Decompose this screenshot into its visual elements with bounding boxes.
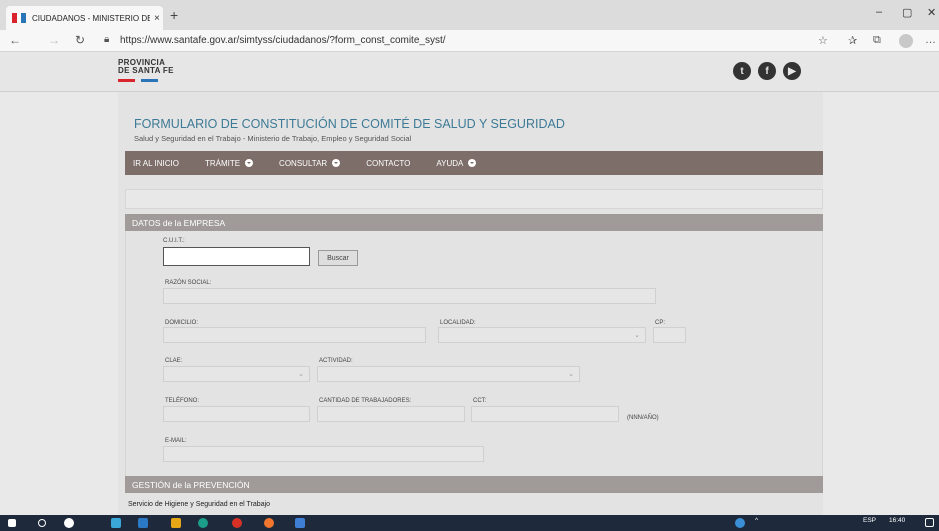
store-icon[interactable] [138, 518, 148, 528]
tab-title: CIUDADANOS - MINISTERIO DE [32, 13, 150, 23]
santa-fe-logo[interactable]: PROVINCIA DE SANTA FE [118, 59, 174, 82]
cp-field[interactable] [653, 327, 686, 343]
email-field[interactable] [163, 446, 484, 462]
browser-tab-bar: CIUDADANOS - MINISTERIO DE × + – ▢ ✕ [0, 0, 939, 30]
chevron-down-icon: ⌄ [568, 371, 574, 378]
chevron-down-icon [245, 159, 254, 167]
twitter-icon[interactable]: t [733, 62, 751, 80]
trabajadores-field[interactable] [317, 406, 465, 422]
buscar-button[interactable]: Buscar [318, 250, 358, 266]
favorites-list-icon[interactable]: ✰ [848, 34, 857, 47]
more-options-icon[interactable]: … [925, 34, 936, 46]
actividad-select[interactable]: ⌄ [317, 366, 580, 382]
telefono-field[interactable] [163, 406, 310, 422]
chevron-down-icon [468, 159, 477, 167]
localidad-label: LOCALIDAD: [440, 320, 476, 326]
app-icon[interactable] [111, 518, 121, 528]
telefono-label: TELÉFONO: [165, 398, 200, 404]
localidad-select[interactable]: ⌄ [438, 327, 646, 343]
page-subtitle: Salud y Seguridad en el Trabajo - Minist… [134, 134, 412, 143]
tray-chevron-icon[interactable]: ^ [755, 517, 758, 524]
search-icon[interactable] [38, 519, 46, 527]
windows-taskbar: ^ ESP 16:40 [0, 515, 939, 531]
minimize-button[interactable]: – [876, 6, 882, 18]
menu-item-tramite[interactable]: TRÁMITE [204, 158, 254, 168]
menu-label: TRÁMITE [204, 158, 241, 168]
tab-close-icon[interactable]: × [154, 13, 160, 24]
section-header-empresa: DATOS de la EMPRESA [125, 214, 823, 231]
back-icon[interactable]: ← [9, 33, 21, 47]
cct-field[interactable] [471, 406, 619, 422]
cp-label: CP: [655, 320, 666, 326]
clock[interactable]: 16:40 [889, 517, 905, 524]
url-field[interactable]: https://www.santafe.gov.ar/simtyss/ciuda… [120, 35, 446, 46]
firefox-icon[interactable] [264, 518, 274, 528]
document-icon[interactable] [295, 518, 305, 528]
address-bar: ← → ↻ 🔒︎ https://www.santafe.gov.ar/simt… [0, 30, 939, 52]
logo-line2: DE SANTA FE [118, 66, 174, 75]
chrome-icon[interactable] [232, 518, 242, 528]
maximize-button[interactable]: ▢ [902, 6, 912, 19]
menu-label: CONSULTAR [279, 158, 328, 168]
profile-avatar[interactable] [899, 34, 913, 48]
favorite-star-icon[interactable]: ☆ [818, 34, 828, 47]
page-title: FORMULARIO DE CONSTITUCIÓN DE COMITÉ DE … [134, 117, 565, 131]
youtube-icon[interactable]: ▶ [783, 62, 801, 80]
logo-bars [118, 79, 174, 82]
folder-icon[interactable] [171, 518, 181, 528]
facebook-icon[interactable]: f [758, 62, 776, 80]
higiene-label: Servicio de Higiene y Seguridad en el Tr… [128, 501, 271, 508]
domicilio-label: DOMICILIO: [165, 320, 199, 326]
favicon-flag-icon [12, 13, 27, 23]
browser-tab[interactable]: CIUDADANOS - MINISTERIO DE × [6, 6, 163, 30]
actividad-label: ACTIVIDAD: [319, 358, 353, 364]
razon-social-label: RAZÓN SOCIAL: [165, 280, 212, 286]
razon-social-field[interactable] [163, 288, 656, 304]
cuit-input[interactable] [163, 247, 310, 266]
help-icon[interactable] [735, 518, 745, 528]
trabajadores-label: CANTIDAD DE TRABAJADORES: [319, 398, 412, 404]
menu-item-consultar[interactable]: CONSULTAR [279, 158, 341, 168]
collections-icon[interactable]: ⧉ [873, 34, 881, 47]
clae-select[interactable]: ⌄ [163, 366, 310, 382]
chevron-down-icon: ⌄ [298, 371, 304, 378]
new-tab-button[interactable]: + [170, 7, 178, 23]
menu-item-contacto[interactable]: CONTACTO [366, 159, 410, 168]
submenu-bar [125, 189, 823, 209]
edge-icon[interactable] [198, 518, 208, 528]
email-label: E-MAIL: [165, 438, 187, 444]
cuit-label: C.U.I.T.: [163, 238, 185, 244]
windows-start-icon[interactable] [8, 519, 16, 527]
main-panel: FORMULARIO DE CONSTITUCIÓN DE COMITÉ DE … [118, 92, 823, 515]
menu-item-ayuda[interactable]: AYUDA [436, 158, 477, 168]
cct-hint: (NNN/AÑO) [627, 415, 659, 421]
section-header-prevencion: GESTIÓN de la PREVENCIÓN [125, 476, 823, 493]
lock-icon[interactable]: 🔒︎ [104, 34, 109, 45]
language-indicator[interactable]: ESP [863, 517, 876, 524]
menu-label: CONTACTO [366, 158, 411, 168]
refresh-icon[interactable]: ↻ [75, 33, 85, 47]
notifications-icon[interactable] [925, 518, 934, 527]
section-body-empresa: C.U.I.T.: Buscar RAZÓN SOCIAL: DOMICILIO… [125, 231, 823, 476]
cct-label: CCT: [473, 398, 487, 404]
domicilio-field[interactable] [163, 327, 426, 343]
menu-item-inicio[interactable]: IR AL INICIO [133, 159, 179, 168]
main-menu: IR AL INICIO TRÁMITE CONSULTAR CONTACTO … [125, 151, 823, 175]
hp-icon[interactable] [64, 518, 74, 528]
forward-icon[interactable]: → [48, 33, 60, 47]
close-window-button[interactable]: ✕ [927, 6, 936, 19]
chevron-down-icon [332, 159, 341, 167]
site-header: PROVINCIA DE SANTA FE t f ▶ [0, 52, 939, 92]
clae-label: CLAE: [165, 358, 183, 364]
chevron-down-icon: ⌄ [634, 332, 640, 339]
menu-label: AYUDA [436, 158, 464, 168]
menu-label: IR AL INICIO [133, 158, 179, 168]
